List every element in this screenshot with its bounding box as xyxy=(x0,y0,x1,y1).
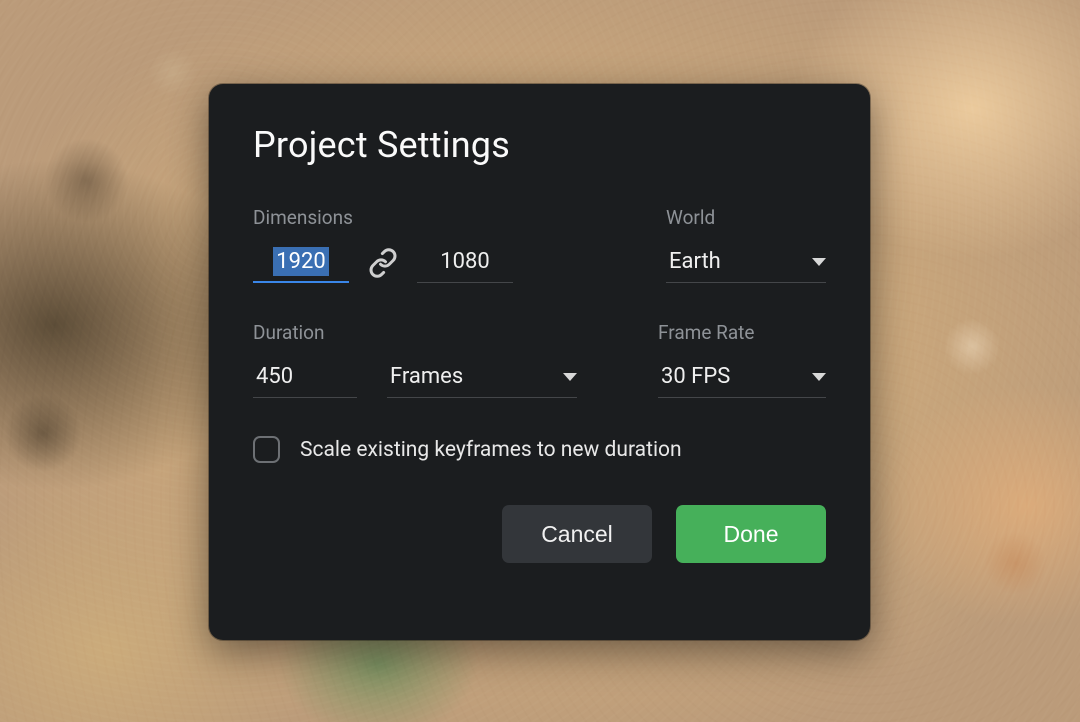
height-input[interactable]: 1080 xyxy=(417,243,513,283)
done-button[interactable]: Done xyxy=(676,505,826,563)
dimensions-fields: 1920 1080 xyxy=(253,243,513,283)
duration-value: 450 xyxy=(253,362,296,391)
row-dimensions-world: Dimensions 1920 1080 World Earth xyxy=(253,206,826,283)
scale-keyframes-checkbox[interactable] xyxy=(253,436,280,463)
chevron-down-icon xyxy=(563,373,577,381)
framerate-label: Frame Rate xyxy=(658,321,826,344)
duration-unit-value: Frames xyxy=(387,362,466,391)
dialog-title: Project Settings xyxy=(253,124,826,166)
row-duration-fps: Duration 450 Frames Frame Rate 30 FPS xyxy=(253,321,826,398)
dimensions-label: Dimensions xyxy=(253,206,513,229)
world-group: World Earth xyxy=(666,206,826,283)
framerate-group: Frame Rate 30 FPS xyxy=(658,321,826,398)
height-value: 1080 xyxy=(437,247,492,276)
project-settings-dialog: Project Settings Dimensions 1920 1080 xyxy=(209,84,870,640)
duration-label: Duration xyxy=(253,321,577,344)
framerate-value: 30 FPS xyxy=(658,362,733,391)
width-input[interactable]: 1920 xyxy=(253,243,349,283)
duration-input[interactable]: 450 xyxy=(253,358,357,398)
chevron-down-icon xyxy=(812,258,826,266)
world-select[interactable]: Earth xyxy=(666,243,826,283)
duration-unit-select[interactable]: Frames xyxy=(387,358,577,398)
framerate-select[interactable]: 30 FPS xyxy=(658,358,826,398)
link-aspect-icon[interactable] xyxy=(367,247,399,279)
scale-keyframes-row: Scale existing keyframes to new duration xyxy=(253,436,826,463)
scale-keyframes-label: Scale existing keyframes to new duration xyxy=(300,438,682,462)
dialog-buttons: Cancel Done xyxy=(253,505,826,563)
duration-group: Duration 450 Frames xyxy=(253,321,577,398)
world-label: World xyxy=(666,206,826,229)
width-value: 1920 xyxy=(273,247,328,276)
dimensions-group: Dimensions 1920 1080 xyxy=(253,206,513,283)
world-value: Earth xyxy=(666,247,724,276)
chevron-down-icon xyxy=(812,373,826,381)
cancel-button[interactable]: Cancel xyxy=(502,505,652,563)
